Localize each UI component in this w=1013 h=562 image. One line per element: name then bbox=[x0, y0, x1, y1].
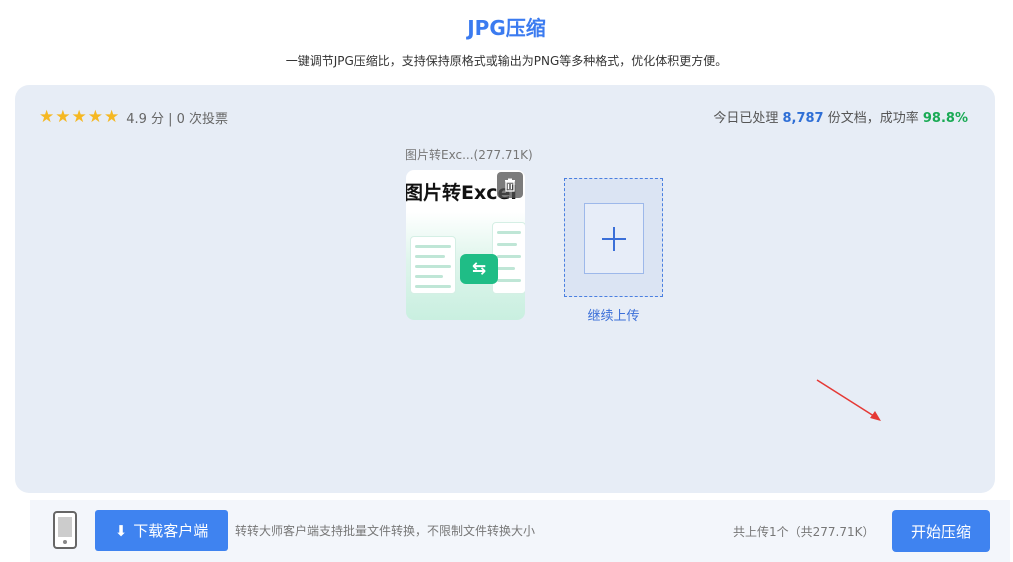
rating-stars-icon[interactable]: ★★★★★ bbox=[39, 107, 120, 127]
file-name: 图片转Exc...(277.71K) bbox=[405, 148, 533, 162]
phone-icon bbox=[53, 511, 77, 549]
page-title: JPG压缩 bbox=[467, 16, 546, 40]
client-description: 转转大师客户端支持批量文件转换，不限制文件转换大小 bbox=[235, 524, 536, 538]
stats-count: 8,787 bbox=[782, 111, 824, 126]
stats-prefix: 今日已处理 bbox=[713, 111, 779, 126]
upload-summary: 共上传1个（共277.71K） bbox=[733, 525, 875, 539]
processing-stats: 今日已处理 8,787 份文档，成功率 98.8% bbox=[713, 107, 968, 126]
rating-text: 4.9 分 | 0 次投票 bbox=[126, 111, 229, 127]
rating: ★★★★★ 4.9 分 | 0 次投票 bbox=[39, 107, 228, 127]
swap-icon: ⇆ bbox=[460, 254, 498, 284]
start-compress-button[interactable]: 开始压缩 bbox=[892, 510, 990, 552]
stats-success-rate: 98.8% bbox=[922, 111, 968, 126]
trash-icon[interactable] bbox=[497, 172, 523, 198]
annotation-arrow-icon bbox=[816, 379, 881, 421]
footer-bar: ⬇ 下载客户端 转转大师客户端支持批量文件转换，不限制文件转换大小 共上传1个（… bbox=[30, 500, 1010, 562]
continue-upload-button[interactable] bbox=[564, 178, 663, 297]
continue-upload-label[interactable]: 继续上传 bbox=[564, 305, 663, 324]
download-icon: ⬇ bbox=[114, 521, 128, 540]
thumbnail-mock-left bbox=[410, 236, 456, 294]
plus-icon-glyph bbox=[602, 226, 626, 251]
plus-icon[interactable] bbox=[584, 203, 644, 274]
file-thumbnail: 图片转Excel ⇆ bbox=[406, 170, 525, 320]
page-subtitle: 一键调节JPG压缩比，支持保持原格式或输出为PNG等多种格式，优化体积更方便。 bbox=[285, 54, 728, 68]
upload-panel: ★★★★★ 4.9 分 | 0 次投票 今日已处理 8,787 份文档，成功率 … bbox=[15, 85, 1010, 562]
trash-icon-glyph bbox=[505, 178, 515, 192]
download-client-label: 下载客户端 bbox=[133, 522, 209, 540]
download-client-button[interactable]: ⬇ 下载客户端 bbox=[95, 510, 228, 551]
stats-middle: 份文档，成功率 bbox=[827, 111, 919, 126]
